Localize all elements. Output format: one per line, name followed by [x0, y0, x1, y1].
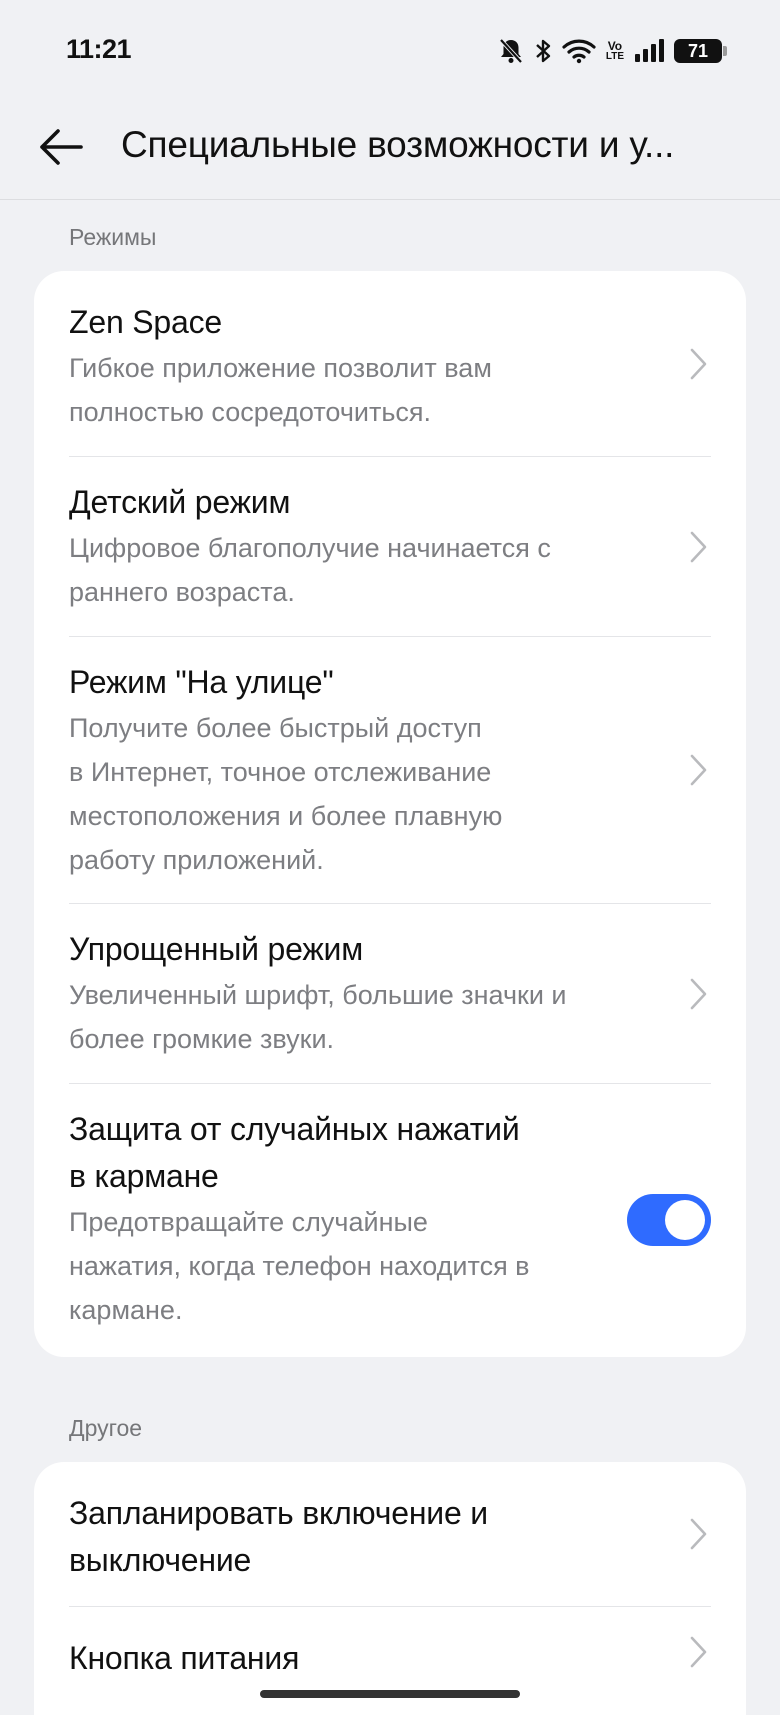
list-item-pocket-protection[interactable]: Защита от случайных нажатий в кармане Пр… [69, 1083, 711, 1357]
chevron-right-icon [690, 754, 707, 786]
item-desc-line: Получите более быстрый доступ [69, 713, 482, 743]
chevron-right-icon [690, 1518, 707, 1550]
bell-muted-icon [498, 37, 524, 65]
chevron-right-icon [690, 978, 707, 1009]
status-time: 11:21 [66, 34, 132, 64]
item-title-line: Защита от случайных нажатий [69, 1111, 520, 1147]
item-title: Режим "На улице" [69, 664, 334, 700]
item-desc-line: Предотвращайте случайные [69, 1207, 428, 1237]
signal-icon [634, 39, 664, 63]
list-item-outdoor-mode[interactable]: Режим "На улице" Получите более быстрый … [69, 636, 711, 903]
item-desc-line: в Интернет, точное отслеживание [69, 757, 492, 787]
chevron-right-icon [690, 1636, 707, 1668]
item-title-line: выключение [69, 1542, 252, 1578]
status-bar: 11:21 Vo LTE 71 [0, 0, 780, 100]
battery-level: 71 [687, 40, 709, 61]
wifi-icon [562, 38, 596, 64]
item-desc-line: Гибкое приложение позволит вам [69, 353, 492, 383]
item-desc-line: работу приложений. [69, 845, 324, 875]
back-button[interactable] [30, 118, 92, 180]
section-label-modes: Режимы [69, 224, 157, 250]
item-desc-line: нажатия, когда телефон находится в [69, 1251, 530, 1281]
list-item-zen-space[interactable]: Zen Space Гибкое приложение позволит вам… [69, 271, 711, 456]
item-desc-line: полностью сосредоточиться. [69, 397, 432, 427]
bluetooth-icon [534, 37, 552, 65]
page-title: Специальные возможности и у... [121, 124, 675, 165]
item-desc-line: Увеличенный шрифт, большие значки и [69, 980, 567, 1010]
arrow-left-icon [37, 127, 85, 172]
item-desc-line: кармане. [69, 1295, 183, 1325]
other-card: Запланировать включение и выключение Кно… [34, 1462, 746, 1715]
list-item-kids-mode[interactable]: Детский режим Цифровое благополучие начи… [69, 456, 711, 636]
toggle-knob [665, 1200, 705, 1240]
item-title: Кнопка питания [69, 1640, 300, 1676]
modes-card: Zen Space Гибкое приложение позволит вам… [34, 271, 746, 1357]
item-desc-line: раннего возраста. [69, 577, 295, 607]
item-title-line: в кармане [69, 1158, 219, 1194]
chevron-right-icon [690, 531, 707, 562]
chevron-right-icon [690, 348, 707, 379]
item-title: Zen Space [69, 304, 222, 340]
section-label-other: Другое [69, 1415, 143, 1441]
app-bar: Специальные возможности и у... [0, 100, 780, 200]
item-desc-line: Цифровое благополучие начинается с [69, 533, 551, 563]
item-title: Детский режим [69, 484, 291, 520]
item-desc-line: местоположения и более плавную [69, 801, 503, 831]
list-item-schedule-power[interactable]: Запланировать включение и выключение [69, 1462, 711, 1606]
battery-icon: 71 [674, 39, 727, 63]
item-title: Упрощенный режим [69, 931, 364, 967]
status-icons: Vo LTE 71 [498, 36, 727, 66]
volte-icon: Vo LTE [605, 39, 624, 62]
item-desc-line: более громкие звуки. [69, 1024, 335, 1054]
pocket-protection-toggle[interactable] [627, 1194, 711, 1246]
item-title-line: Запланировать включение и [69, 1495, 488, 1531]
list-item-simple-mode[interactable]: Упрощенный режим Увеличенный шрифт, боль… [69, 903, 711, 1083]
home-indicator[interactable] [260, 1690, 520, 1698]
